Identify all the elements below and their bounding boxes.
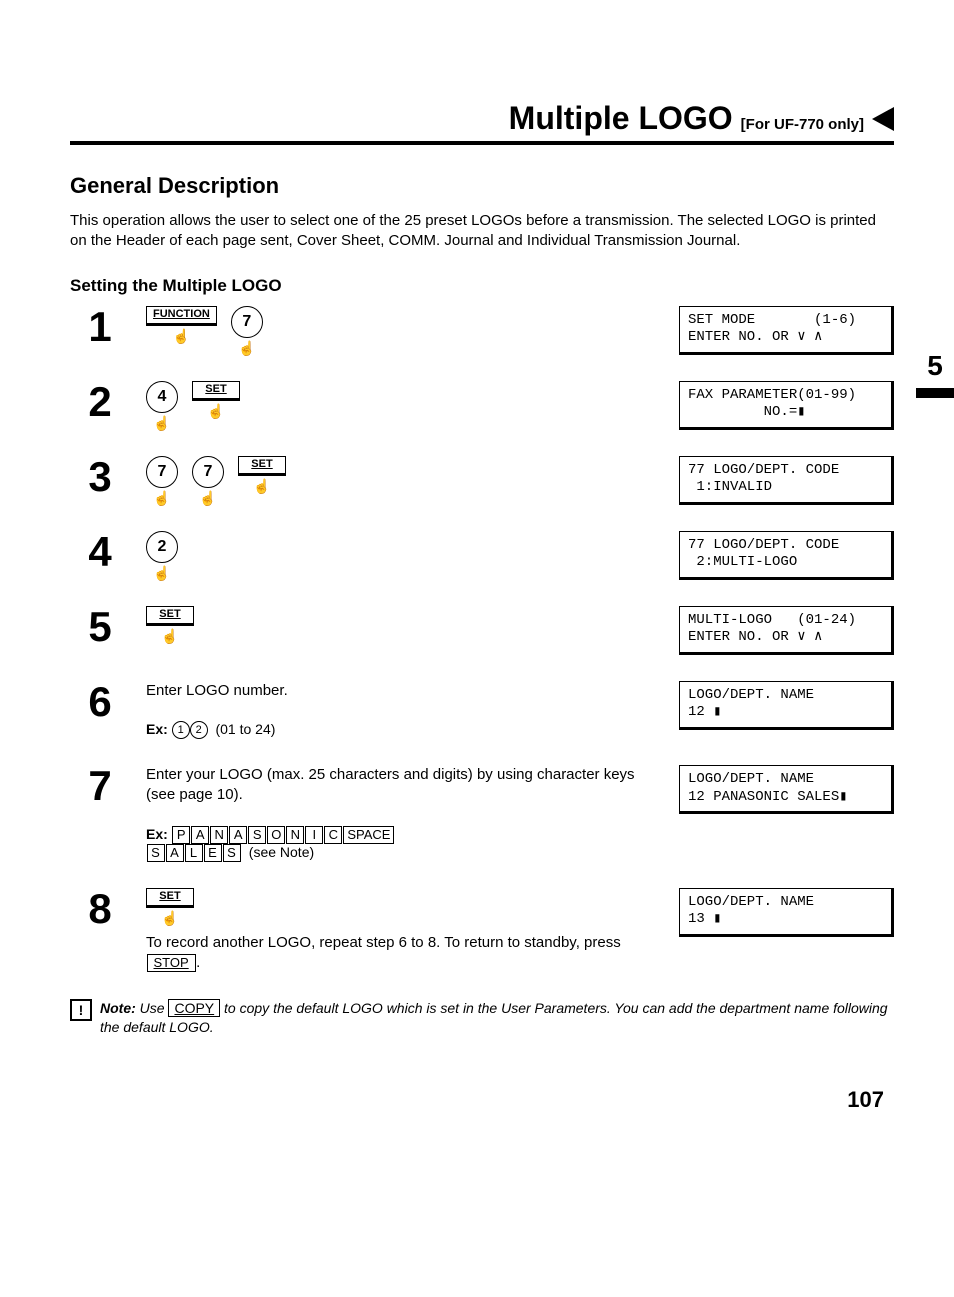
chapter-number: 5 (916, 350, 954, 382)
lcd-display: LOGO/DEPT. NAME 13 ▮ (679, 888, 894, 937)
press-icon: ☝ (153, 416, 170, 430)
triangle-left-icon (872, 107, 894, 131)
step-number: 5 (70, 606, 130, 648)
press-icon: ☝ (199, 491, 216, 505)
char-key: A (191, 826, 209, 844)
page-title-suffix: [For UF-770 only] (741, 116, 864, 133)
step-row: 3 7 ☝ 7 ☝ SET ☝ (70, 456, 894, 505)
char-key: N (286, 826, 304, 844)
char-key: L (185, 844, 203, 862)
char-key: P (172, 826, 190, 844)
press-icon: ☝ (161, 911, 178, 925)
step-instruction: Enter LOGO number. (146, 681, 663, 701)
step-number: 7 (70, 765, 130, 807)
step-number: 6 (70, 681, 130, 723)
chapter-tab: 5 (916, 350, 954, 398)
space-key: SPACE (343, 826, 394, 844)
press-icon: ☝ (161, 629, 178, 643)
note-label: Note: (100, 1000, 136, 1016)
set-key: SET ☝ (192, 381, 240, 418)
lcd-display: 77 LOGO/DEPT. CODE 2:MULTI-LOGO (679, 531, 894, 580)
stop-key: STOP (147, 954, 196, 972)
num-key-2: 2 ☝ (146, 531, 178, 580)
subsection-heading: Setting the Multiple LOGO (70, 276, 894, 296)
lcd-display: SET MODE (1-6) ENTER NO. OR ∨ ∧ (679, 306, 894, 355)
set-key: SET ☝ (146, 606, 194, 643)
step-instruction: To record another LOGO, repeat step 6 to… (146, 933, 663, 974)
num-key-7: 7 ☝ (146, 456, 178, 505)
num-key-7: 7 ☝ (231, 306, 263, 355)
lcd-display: FAX PARAMETER(01-99) NO.=▮ (679, 381, 894, 430)
num-key-4: 4 ☝ (146, 381, 178, 430)
lcd-display: LOGO/DEPT. NAME 12 PANASONIC SALES▮ (679, 765, 894, 814)
step-row: 8 SET ☝ To record another LOGO, repeat s… (70, 888, 894, 974)
press-icon: ☝ (207, 404, 224, 418)
function-key: FUNCTION ☝ (146, 306, 217, 343)
page-number: 107 (70, 1087, 894, 1113)
char-key: S (223, 844, 241, 862)
num-key-2: 2 (190, 721, 208, 739)
step-row: 7 Enter your LOGO (max. 25 characters an… (70, 765, 894, 862)
note-block: ! Note: Use COPY to copy the default LOG… (70, 999, 894, 1037)
step-number: 3 (70, 456, 130, 498)
char-key: A (166, 844, 184, 862)
num-key-1: 1 (172, 721, 190, 739)
step-row: 4 2 ☝ 77 LOGO/DEPT. CODE 2:MULTI-LOGO (70, 531, 894, 580)
step-example: Ex: PANASONICSPACE SALES (see Note) (146, 826, 663, 862)
set-key: SET ☝ (146, 888, 194, 925)
lcd-display: 77 LOGO/DEPT. CODE 1:INVALID (679, 456, 894, 505)
step-example: Ex: 12 (01 to 24) (146, 721, 663, 739)
char-key: I (305, 826, 323, 844)
char-key: N (210, 826, 228, 844)
press-icon: ☝ (253, 479, 270, 493)
step-number: 4 (70, 531, 130, 573)
char-key: S (248, 826, 266, 844)
step-instruction: Enter your LOGO (max. 25 characters and … (146, 765, 663, 806)
section-heading: General Description (70, 173, 894, 199)
copy-key: COPY (168, 999, 220, 1017)
steps-list: 1 FUNCTION ☝ 7 ☝ SET MODE (1-6) ENTER NO… (70, 306, 894, 974)
char-key: S (147, 844, 165, 862)
press-icon: ☝ (238, 341, 255, 355)
char-key: C (324, 826, 342, 844)
press-icon: ☝ (173, 329, 190, 343)
lcd-display: MULTI-LOGO (01-24) ENTER NO. OR ∨ ∧ (679, 606, 894, 655)
page-title-bar: Multiple LOGO [For UF-770 only] (70, 100, 894, 145)
press-icon: ☝ (153, 566, 170, 580)
step-number: 2 (70, 381, 130, 423)
lcd-display: LOGO/DEPT. NAME 12 ▮ (679, 681, 894, 730)
chapter-tab-bar (916, 388, 954, 398)
step-number: 1 (70, 306, 130, 348)
section-body: This operation allows the user to select… (70, 211, 894, 252)
step-number: 8 (70, 888, 130, 930)
step-row: 1 FUNCTION ☝ 7 ☝ SET MODE (1-6) ENTER NO… (70, 306, 894, 355)
step-row: 5 SET ☝ MULTI-LOGO (01-24) ENTER NO. OR … (70, 606, 894, 655)
step-row: 2 4 ☝ SET ☝ FAX PARAMETER(01-99) NO.=▮ (70, 381, 894, 430)
char-key: A (229, 826, 247, 844)
num-key-7: 7 ☝ (192, 456, 224, 505)
press-icon: ☝ (153, 491, 170, 505)
page-title: Multiple LOGO (509, 100, 733, 137)
attention-icon: ! (70, 999, 92, 1021)
step-row: 6 Enter LOGO number. Ex: 12 (01 to 24) L… (70, 681, 894, 740)
char-key: E (204, 844, 222, 862)
char-key: O (267, 826, 285, 844)
set-key: SET ☝ (238, 456, 286, 493)
